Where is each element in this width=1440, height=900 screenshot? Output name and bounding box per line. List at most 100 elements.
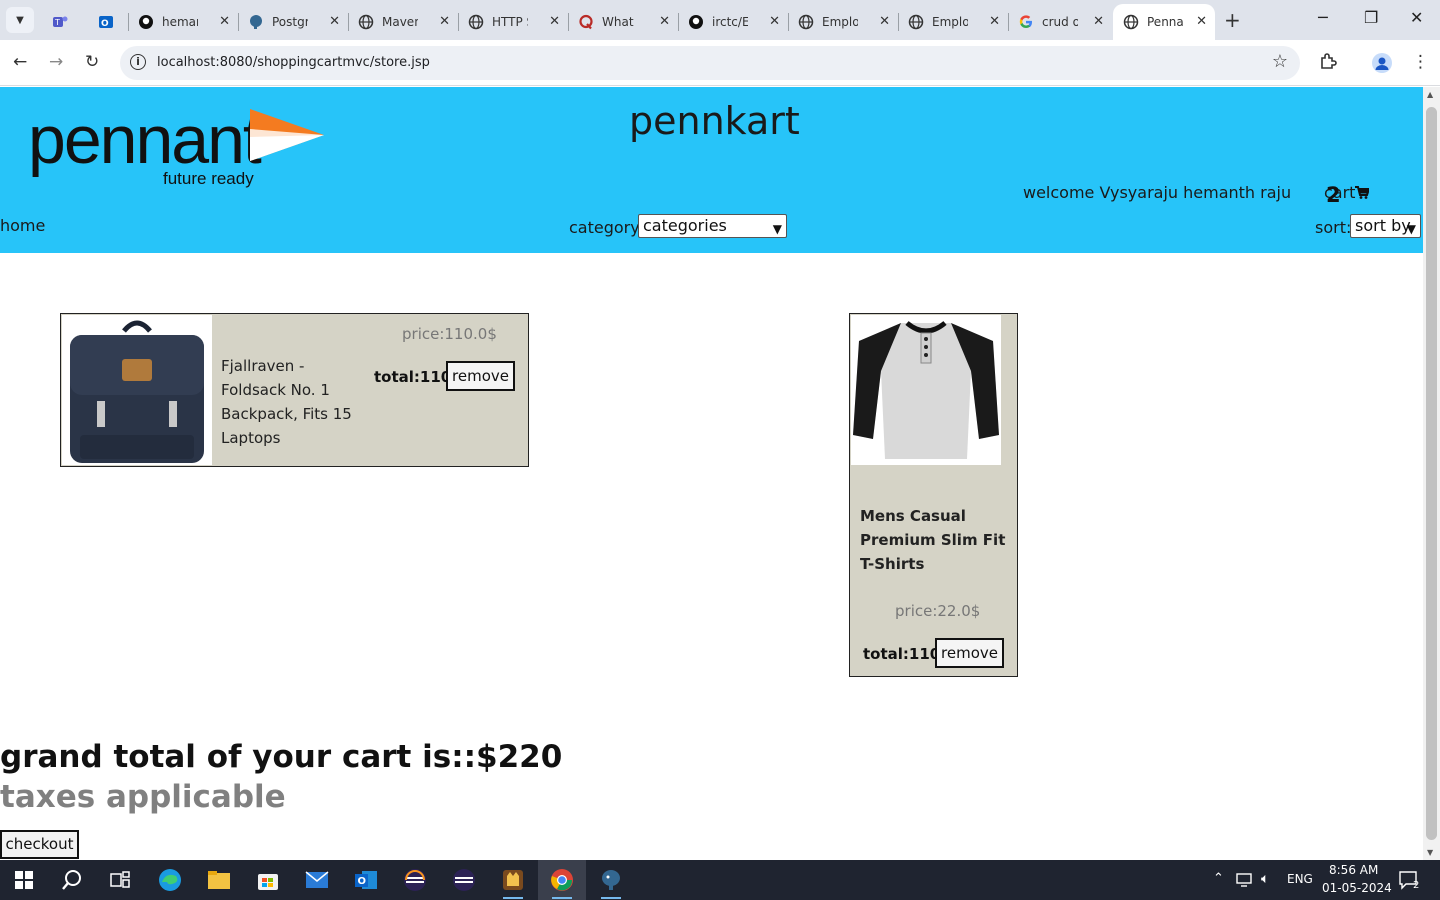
- profile-avatar-icon[interactable]: [1372, 53, 1392, 73]
- sort-select[interactable]: sort by ▼: [1350, 214, 1421, 238]
- clock-date[interactable]: 01-05-2024: [1322, 881, 1392, 895]
- scrollbar-thumb[interactable]: [1426, 107, 1437, 840]
- close-tab-icon[interactable]: ✕: [329, 14, 340, 29]
- browser-tab[interactable]: T: [42, 4, 82, 40]
- close-tab-icon[interactable]: ✕: [549, 14, 560, 29]
- postgres-icon: [248, 14, 264, 30]
- url-text[interactable]: localhost:8080/shoppingcartmvc/store.jsp: [157, 55, 430, 70]
- browser-tab[interactable]: HTTP S ✕: [458, 4, 569, 40]
- browser-tab[interactable]: Employ ✕: [898, 4, 1009, 40]
- task-view-icon[interactable]: [96, 860, 144, 900]
- browser-tab[interactable]: Postgre ✕: [238, 4, 349, 40]
- edge-icon[interactable]: [146, 860, 194, 900]
- close-tab-icon[interactable]: ✕: [659, 14, 670, 29]
- browser-tab[interactable]: crud op ✕: [1008, 4, 1112, 40]
- chrome-icon[interactable]: [538, 860, 586, 900]
- outlook-taskbar-icon[interactable]: O: [342, 860, 390, 900]
- scroll-down-icon[interactable]: ▼: [1427, 848, 1433, 857]
- tab-title: Pennar: [1147, 15, 1183, 29]
- page-scrollbar[interactable]: ▲ ▼: [1423, 87, 1440, 860]
- windows-start-icon[interactable]: [0, 860, 48, 900]
- tab-title: crud op: [1042, 15, 1078, 29]
- tab-title: Employ: [822, 15, 858, 29]
- item-total: total:110: [863, 645, 941, 663]
- close-tab-icon[interactable]: ✕: [439, 14, 450, 29]
- new-tab-icon[interactable]: +: [1224, 8, 1241, 32]
- search-icon[interactable]: [48, 860, 96, 900]
- github-icon: [688, 14, 704, 30]
- tab-title: Maven: [382, 15, 418, 29]
- file-explorer-icon[interactable]: [195, 860, 243, 900]
- close-tab-icon[interactable]: ✕: [879, 14, 890, 29]
- back-icon[interactable]: ←: [13, 52, 27, 72]
- pennant-logo[interactable]: pennant future ready: [28, 105, 328, 189]
- browser-tab-active[interactable]: Pennar ✕: [1113, 4, 1215, 40]
- browser-tab[interactable]: heman ✕: [128, 4, 239, 40]
- scroll-up-icon[interactable]: ▲: [1427, 90, 1433, 99]
- network-icon[interactable]: [1236, 872, 1254, 891]
- address-bar-row: ← → ↻ i localhost:8080/shoppingcartmvc/s…: [0, 40, 1440, 86]
- tomcat-icon[interactable]: [489, 860, 537, 900]
- close-tab-icon[interactable]: ✕: [219, 14, 230, 29]
- omnibox[interactable]: i localhost:8080/shoppingcartmvc/store.j…: [120, 46, 1300, 80]
- close-tab-icon[interactable]: ✕: [1093, 14, 1104, 29]
- chevron-down-icon: ▼: [16, 14, 24, 26]
- tab-title: What is: [602, 15, 638, 29]
- eclipse-icon[interactable]: [391, 860, 439, 900]
- close-window-icon[interactable]: ✕: [1410, 8, 1423, 27]
- close-tab-icon[interactable]: ✕: [989, 14, 1000, 29]
- tab-search-button[interactable]: ▼: [6, 7, 34, 33]
- minimize-icon[interactable]: ─: [1318, 8, 1328, 27]
- reload-icon[interactable]: ↻: [85, 52, 99, 72]
- welcome-message: welcome Vysyaraju hemanth raju: [1023, 183, 1292, 202]
- clock-time[interactable]: 8:56 AM: [1329, 863, 1378, 877]
- site-info-icon[interactable]: i: [130, 54, 146, 70]
- product-image-backpack[interactable]: [62, 315, 212, 465]
- cart-item-card: Fjallraven - Foldsack No. 1 Backpack, Fi…: [60, 313, 529, 467]
- grand-total: grand total of your cart is::$220: [0, 739, 563, 775]
- windows-taskbar: O ⌃ 🔈︎ ENG 8:56 AM 01-05-2024 2: [0, 860, 1440, 900]
- remove-button[interactable]: remove: [935, 638, 1004, 668]
- language-indicator[interactable]: ENG: [1287, 872, 1313, 886]
- more-menu-icon[interactable]: ⋮: [1412, 52, 1429, 72]
- sort-label: sort:: [1315, 218, 1352, 237]
- product-name-line: Backpack, Fits 15: [221, 405, 352, 423]
- browser-tab[interactable]: Maven ✕: [348, 4, 459, 40]
- product-price: price:110.0$: [402, 325, 497, 343]
- page-viewport: pennant future ready pennkart welcome Vy…: [0, 87, 1423, 860]
- pgadmin-icon[interactable]: [587, 860, 635, 900]
- browser-tab[interactable]: O: [88, 4, 129, 40]
- product-name-line: Laptops: [221, 429, 281, 447]
- volume-icon[interactable]: 🔈︎: [1261, 871, 1269, 887]
- remove-button[interactable]: remove: [446, 361, 515, 391]
- taxes-note: taxes applicable: [0, 779, 286, 815]
- restore-icon[interactable]: ❐: [1364, 8, 1378, 27]
- chevron-down-icon: ▼: [772, 222, 782, 236]
- svg-text:O: O: [101, 19, 109, 29]
- item-total: total:110: [374, 368, 452, 386]
- close-tab-icon[interactable]: ✕: [769, 14, 780, 29]
- product-price: price:22.0$: [895, 602, 981, 620]
- chevron-down-icon: ▼: [1406, 222, 1416, 236]
- eclipse-ee-icon[interactable]: [440, 860, 488, 900]
- bookmark-star-icon[interactable]: ☆: [1272, 51, 1288, 72]
- browser-tab[interactable]: irctc/Er ✕: [678, 4, 789, 40]
- browser-tab[interactable]: What is ✕: [568, 4, 679, 40]
- tray-overflow-icon[interactable]: ⌃: [1213, 871, 1224, 886]
- backpack-image: [70, 320, 204, 463]
- mail-icon[interactable]: [293, 860, 341, 900]
- globe-icon: [798, 14, 814, 30]
- home-link[interactable]: home: [0, 216, 45, 235]
- extensions-icon[interactable]: [1319, 52, 1337, 75]
- product-image-tshirt[interactable]: [851, 315, 1001, 465]
- quora-icon: [578, 14, 594, 30]
- svg-text:T: T: [54, 18, 60, 27]
- browser-tab-strip: ▼ T O heman ✕ Postgre ✕ Maven ✕ HTTP S ✕…: [0, 0, 1440, 40]
- close-tab-icon[interactable]: ✕: [1196, 14, 1207, 29]
- ms-store-icon[interactable]: [244, 860, 292, 900]
- forward-icon[interactable]: →: [49, 52, 63, 72]
- browser-tab[interactable]: Employ ✕: [788, 4, 899, 40]
- category-select[interactable]: categories ▼: [638, 214, 787, 238]
- globe-icon: [358, 14, 374, 30]
- checkout-button[interactable]: checkout: [0, 830, 79, 859]
